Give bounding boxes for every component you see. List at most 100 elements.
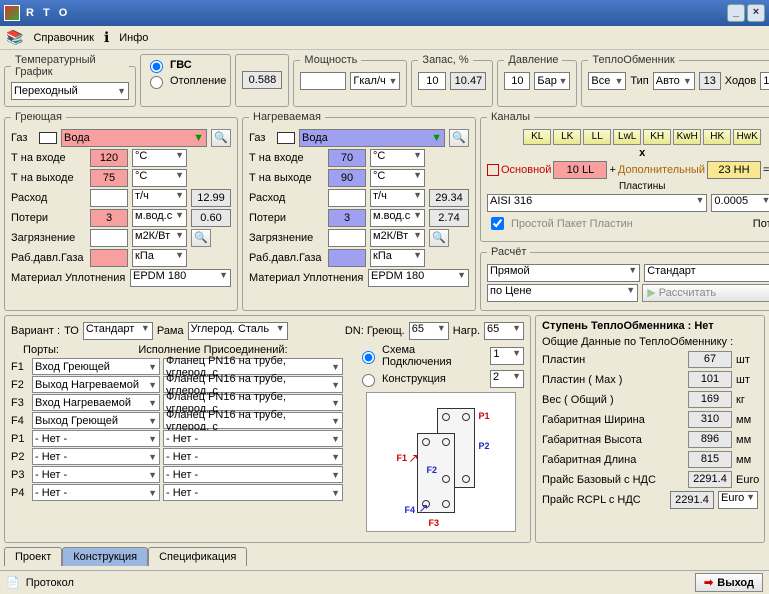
book-icon: 📚 [6, 29, 23, 46]
hot-loss-unit[interactable]: м.вод.с▼ [132, 209, 187, 227]
hx-all[interactable]: Все▼ [588, 72, 626, 90]
zapas-legend: Запас, % [418, 54, 472, 66]
window-title: R T O [26, 7, 725, 19]
calc-std[interactable]: Стандарт▼ [644, 264, 769, 282]
hot-tin-unit[interactable]: °C▼ [132, 149, 187, 167]
hot-tout-unit[interactable]: °C▼ [132, 169, 187, 187]
gvs-radio[interactable] [150, 60, 163, 73]
cold-foul[interactable] [328, 229, 366, 247]
hot-flow-unit[interactable]: т/ч▼ [132, 189, 187, 207]
app-icon [4, 5, 20, 21]
connection-diagram: P1 P2 F1 F2 F4 F3 ↗ ↗ [366, 392, 516, 532]
scheme-radio[interactable] [362, 351, 375, 364]
constr-sel[interactable]: 2▼ [490, 370, 524, 388]
port-F1-type[interactable]: Вход Греющей▼ [32, 358, 160, 375]
cold-fluid-select[interactable]: Вода▼ [299, 129, 445, 147]
cold-flow[interactable] [328, 189, 366, 207]
port-P2-type[interactable]: - Нет -▼ [32, 448, 160, 465]
hot-pgas[interactable] [90, 249, 128, 267]
otop-radio[interactable] [150, 76, 163, 89]
hot-loss[interactable] [90, 209, 128, 227]
hot-fluid-select[interactable]: Вода▼ [61, 129, 207, 147]
calc-price[interactable]: по Цене▼ [487, 284, 638, 302]
channels-legend: Каналы [487, 111, 534, 123]
menu-info[interactable]: Инфо [119, 32, 148, 44]
hx-passes[interactable]: 1▼ [760, 72, 769, 90]
hot-tin[interactable] [90, 149, 128, 167]
power-unit[interactable]: Гкал/ч▼ [350, 72, 400, 90]
hot-loss-out [191, 209, 231, 227]
pressure-unit[interactable]: Бар▼ [534, 72, 570, 90]
tabs: Проект Конструкция Спецификация [4, 547, 765, 566]
cold-pgas[interactable] [328, 249, 366, 267]
stage-title: Ступень ТеплоОбменника : Нет [542, 320, 758, 332]
frame-mat[interactable]: Углерод. Сталь▼ [188, 322, 288, 340]
main-channel[interactable] [553, 161, 607, 179]
pressure-in[interactable] [504, 72, 530, 90]
channel-btn-LL[interactable]: LL [583, 129, 611, 145]
cold-tout[interactable] [328, 169, 366, 187]
menu-reference[interactable]: Справочник [33, 32, 94, 44]
port-P4-exec[interactable]: - Нет -▼ [163, 484, 343, 501]
port-P1-exec[interactable]: - Нет -▼ [163, 430, 343, 447]
cold-mat[interactable]: EPDM 180▼ [368, 269, 469, 287]
hot-foul-unit[interactable]: м2К/Вт▼ [132, 229, 187, 247]
dn-cold[interactable]: 65▼ [484, 322, 524, 340]
hot-flow[interactable] [90, 189, 128, 207]
protocol-button[interactable]: Протокол [26, 577, 74, 589]
hot-pgas-unit[interactable]: кПа▼ [132, 249, 187, 267]
tab-project[interactable]: Проект [4, 547, 62, 566]
port-P1-type[interactable]: - Нет -▼ [32, 430, 160, 447]
hx-auto[interactable]: Авто▼ [653, 72, 695, 90]
port-F3-type[interactable]: Вход Нагреваемой▼ [32, 394, 160, 411]
channel-btn-LK[interactable]: LK [553, 129, 581, 145]
port-P2-exec[interactable]: - Нет -▼ [163, 448, 343, 465]
cold-loss[interactable] [328, 209, 366, 227]
pressure-legend: Давление [504, 54, 562, 66]
hot-flow-out [191, 189, 231, 207]
hot-foul[interactable] [90, 229, 128, 247]
zapas-in[interactable] [418, 72, 446, 90]
close-button[interactable]: × [747, 4, 765, 22]
variant-std[interactable]: Стандарт▼ [83, 322, 153, 340]
port-F2-type[interactable]: Выход Нагреваемой▼ [32, 376, 160, 393]
tempgraph-legend: Температурный График [11, 54, 129, 78]
channel-btn-LwL[interactable]: LwL [613, 129, 641, 145]
stage-sub: Общие Данные по ТеплоОбменнику : [542, 336, 758, 348]
cold-foul-search[interactable]: 🔍 [429, 229, 449, 247]
plate-thk[interactable]: 0.0005▼ [711, 194, 769, 212]
tempgraph-select[interactable]: Переходный▼ [11, 82, 129, 100]
channel-btn-KL[interactable]: KL [523, 129, 551, 145]
hot-mat[interactable]: EPDM 180▼ [130, 269, 231, 287]
dn-hot[interactable]: 65▼ [409, 322, 449, 340]
calc-flow[interactable]: Прямой▼ [487, 264, 640, 282]
coef-value[interactable] [242, 71, 282, 89]
simple-pack-check[interactable] [491, 217, 504, 230]
plate-mat[interactable]: AISI 316▼ [487, 194, 707, 212]
calculate-button[interactable]: ▶Рассчитать [642, 284, 769, 302]
constr-radio[interactable] [362, 374, 375, 387]
titlebar: R T O _ × [0, 0, 769, 26]
channel-btn-KH[interactable]: KH [643, 129, 671, 145]
port-P3-exec[interactable]: - Нет -▼ [163, 466, 343, 483]
tab-construction[interactable]: Конструкция [62, 547, 148, 566]
cold-fluid-search[interactable]: 🔍 [449, 129, 469, 147]
rcpl-value [670, 491, 714, 509]
port-F4-exec[interactable]: Фланец PN16 на трубе, углерод. с▼ [163, 412, 343, 429]
channel-btn-HK[interactable]: HK [703, 129, 731, 145]
scheme-sel[interactable]: 1▼ [490, 347, 524, 365]
power-input[interactable] [300, 72, 346, 90]
hot-fluid-search[interactable]: 🔍 [211, 129, 231, 147]
rcpl-unit[interactable]: Euro▼ [718, 491, 758, 509]
port-P3-type[interactable]: - Нет -▼ [32, 466, 160, 483]
channel-btn-HwK[interactable]: HwK [733, 129, 761, 145]
minimize-button[interactable]: _ [727, 4, 745, 22]
port-F4-type[interactable]: Выход Греющей▼ [32, 412, 160, 429]
channel-btn-KwH[interactable]: KwH [673, 129, 701, 145]
hot-tout[interactable] [90, 169, 128, 187]
add-channel[interactable] [707, 161, 761, 179]
cold-tin[interactable] [328, 149, 366, 167]
hot-foul-search[interactable]: 🔍 [191, 229, 211, 247]
port-P4-type[interactable]: - Нет -▼ [32, 484, 160, 501]
tab-spec[interactable]: Спецификация [148, 547, 247, 566]
